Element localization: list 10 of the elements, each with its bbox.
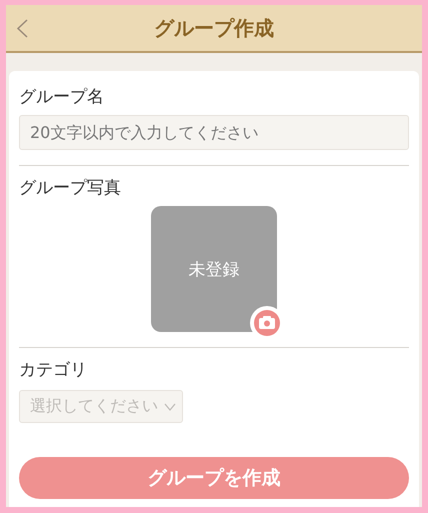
create-group-button[interactable]: グループを作成 (19, 457, 409, 499)
photo-status: 未登録 (188, 258, 240, 280)
field-label: グループ名 (19, 86, 105, 109)
chevron-down-icon (164, 402, 176, 410)
page-title: グループ作成 (154, 14, 274, 42)
category-select[interactable]: 選択してください (19, 390, 183, 423)
field-label: グループ写真 (19, 177, 122, 200)
back-icon[interactable] (16, 19, 28, 38)
field-label: カテゴリ (19, 359, 88, 382)
input-field[interactable]: 20文字以内で入力してください (19, 115, 409, 150)
